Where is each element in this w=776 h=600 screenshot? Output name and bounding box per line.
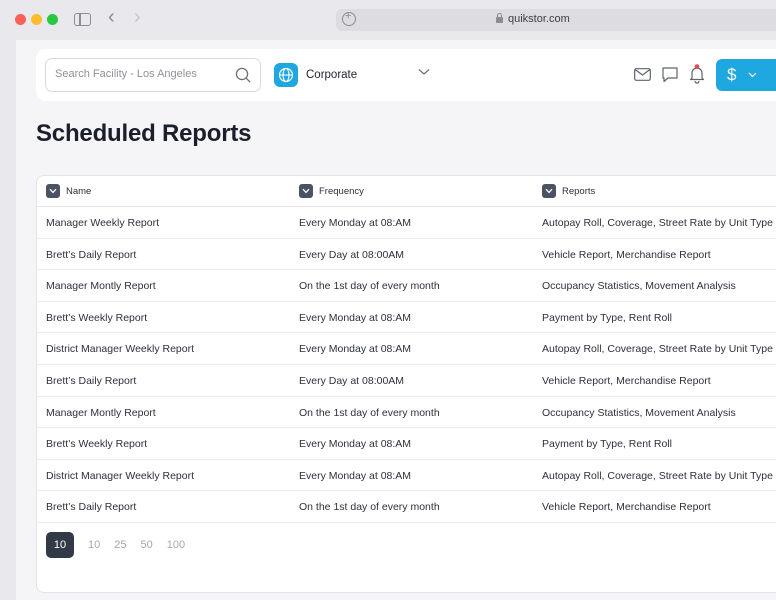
report-list: Vehicle Report, Merchandise Report [542,501,711,514]
table-row[interactable]: Brett’s Weekly Report Every Monday at 08… [37,302,776,334]
report-name: Manager Weekly Report [46,217,160,229]
sort-toggle-icon[interactable] [542,184,556,198]
notification-dot [694,64,700,69]
page-size-selector: 10 10 25 50 100 [46,532,185,558]
browser-toolbar: ‹ › quikstor.com [0,0,776,40]
report-name: Manager Montly Report [46,280,156,293]
report-frequency: Every Monday at 08:AM [299,469,412,482]
table-row[interactable]: District Manager Weekly Report Every Mon… [37,460,776,492]
app-page: Corporate $ Scheduled Reports [16,40,776,600]
report-list: Occupancy Statistics, Movement Analysis [542,406,736,419]
back-arrow-icon[interactable]: ‹ [108,6,115,29]
column-label: Reports [562,185,596,197]
report-name: Brett’s Daily Report [46,374,137,387]
report-name: Brett’s Daily Report [46,248,137,261]
address-bar[interactable]: quikstor.com [336,9,776,31]
column-label: Name [66,185,92,197]
page-size-option[interactable]: 10 [88,539,100,551]
table-row[interactable]: Brett’s Daily Report On the 1st day of e… [37,491,776,523]
table-row[interactable]: District Manager Weekly Report Every Mon… [37,333,776,365]
sidebar-toggle-icon[interactable] [74,13,91,26]
table-row[interactable]: Brett’s Daily Report Every Day at 08:00A… [37,239,776,271]
table-row[interactable]: Brett’s Daily Report Every Day at 08:00A… [37,365,776,397]
column-header-frequency[interactable]: Frequency [299,184,364,198]
report-list: Autopay Roll, Coverage, Street Rate by U… [542,343,776,356]
facility-search [45,58,261,92]
page-size-option-active[interactable]: 10 [46,532,74,558]
url-display: quikstor.com [496,13,570,25]
globe-icon [274,63,298,87]
chevron-down-icon [749,72,757,78]
top-bar: Corporate $ [36,49,776,101]
report-list: Occupancy Statistics, Movement Analysis [542,280,736,293]
report-list: Vehicle Report, Merchandise Report [542,374,711,387]
close-window-button[interactable] [15,14,26,25]
table-row[interactable]: Manager Weekly Report Every Monday at 08… [37,207,776,239]
report-list: Vehicle Report, Merchandise Report [542,248,711,261]
report-frequency: On the 1st day of every month [299,406,440,419]
report-name: District Manager Weekly Report [46,343,195,356]
report-list: Payment by Type, Rent Roll [542,438,672,451]
table-row[interactable]: Manager Montly Report On the 1st day of … [37,397,776,429]
report-name: Brett’s Daily Report [46,501,137,514]
minimize-window-button[interactable] [31,14,42,25]
report-frequency: Every Monday at 08:AM [299,311,412,324]
report-list: Autopay Roll, Coverage, Street Rate by U… [542,469,773,482]
report-name: District Manager Weekly Report [46,469,195,482]
report-name: Brett’s Weekly Report [46,438,148,451]
column-header-name[interactable]: Name [46,184,91,198]
column-label: Frequency [319,185,364,197]
page-title: Scheduled Reports [36,120,252,147]
report-frequency: Every Monday at 08:AM [299,217,412,229]
maximize-window-button[interactable] [47,14,58,25]
sort-toggle-icon[interactable] [46,184,60,198]
report-list: Payment by Type, Rent Roll [542,311,672,324]
report-frequency: On the 1st day of every month [299,501,440,514]
table-row[interactable]: Manager Montly Report On the 1st day of … [37,270,776,302]
report-frequency: Every Day at 08:00AM [299,248,405,261]
page-size-option[interactable]: 100 [167,539,185,551]
table-row[interactable]: Brett’s Weekly Report Every Monday at 08… [37,428,776,460]
page-size-option[interactable]: 50 [141,539,153,551]
privacy-shield-icon[interactable] [342,10,356,26]
page-size-option[interactable]: 25 [114,539,126,551]
bell-icon[interactable] [689,64,705,84]
report-frequency: Every Day at 08:00AM [299,374,405,387]
report-name: Brett’s Weekly Report [46,311,148,324]
report-list: Autopay Roll, Coverage, Street Rate by U… [542,217,773,229]
chevron-down-icon[interactable] [418,68,430,76]
lock-icon [496,13,503,23]
search-icon[interactable] [235,67,251,83]
table-header: Name Frequency Reports [37,176,776,207]
forward-arrow-icon[interactable]: › [134,6,141,29]
facility-selector[interactable]: Corporate [274,63,357,87]
reports-table: Name Frequency Reports Manager Weekly Re… [36,175,776,593]
chat-icon[interactable] [662,67,678,83]
column-header-reports[interactable]: Reports [542,184,595,198]
facility-label: Corporate [306,69,358,81]
sort-toggle-icon[interactable] [299,184,313,198]
url-text: quikstor.com [508,13,570,25]
search-input[interactable] [55,68,225,80]
dollar-icon: $ [727,65,737,84]
report-frequency: On the 1st day of every month [299,280,440,293]
report-frequency: Every Monday at 08:AM [299,343,412,356]
report-name: Manager Montly Report [46,406,156,419]
mail-icon[interactable] [634,68,651,81]
payments-button[interactable]: $ [716,59,776,91]
report-frequency: Every Monday at 08:AM [299,438,412,451]
